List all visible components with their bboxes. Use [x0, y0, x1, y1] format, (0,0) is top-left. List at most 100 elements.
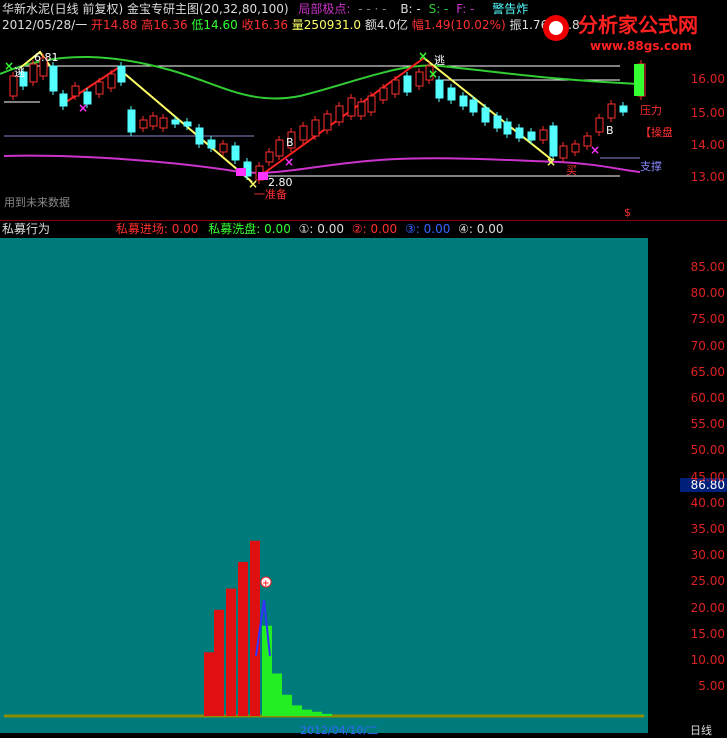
value-4: ④: 0.00 — [458, 222, 504, 236]
bottom-timeframe[interactable]: 日线 — [690, 722, 712, 738]
candle-body — [415, 71, 424, 87]
wash-bar — [302, 709, 312, 716]
quote-low: 低14.60 — [191, 18, 238, 32]
candle-body — [219, 143, 228, 153]
price-tick: 13.00 — [690, 170, 725, 184]
candle-body — [323, 113, 332, 131]
quote-amount: 额4.0亿 — [364, 18, 408, 32]
quote-info-row: 2012/05/28/一 开14.88 高16.36 低14.60 收16.36… — [2, 18, 580, 32]
extreme-dashes: - - · - — [358, 2, 387, 16]
f-label: F: - — [456, 2, 475, 16]
candle-body — [275, 139, 284, 157]
candle-body — [195, 127, 204, 145]
wash-bar — [292, 705, 302, 716]
indicator-tick: 80.00 — [690, 286, 725, 301]
quote-open: 开14.88 — [91, 18, 138, 32]
label-escape-2: 逃 — [434, 54, 445, 67]
candle-body — [311, 119, 320, 137]
chart-title-row: 华新水泥(日线 前复权) 金宝专研主图(20,32,80,100) 局部极点: … — [2, 2, 528, 16]
indicator-title[interactable]: 私募行为 — [2, 222, 50, 236]
alert-label: 警告炸 — [492, 2, 529, 16]
candle-body — [9, 75, 18, 97]
candle-body — [231, 145, 240, 161]
candle-body — [571, 143, 580, 153]
candle-body — [493, 115, 502, 129]
label-escape-1: 逃 — [14, 66, 25, 79]
price-tick: 14.00 — [690, 138, 725, 152]
indicator-tick: 55.00 — [690, 417, 725, 432]
signal-plus: + — [262, 579, 270, 589]
indicator-tick: 25.00 — [690, 574, 725, 589]
indicator-tick: 30.00 — [690, 548, 725, 563]
candle-body — [335, 105, 344, 123]
quote-high: 高16.36 — [141, 18, 188, 32]
marker-x: × — [284, 155, 294, 169]
candle-body — [107, 73, 116, 89]
candle-body — [549, 125, 558, 157]
candle-body — [435, 79, 444, 99]
indicator-tick: 75.00 — [690, 312, 725, 327]
value-2: ②: 0.00 — [351, 222, 398, 236]
candle-body — [607, 103, 616, 119]
candle-body — [159, 117, 168, 129]
label-s-mark: $ — [624, 206, 631, 219]
indicator-name[interactable]: 金宝专研主图(20,32,80,100) — [127, 2, 289, 16]
future-data-note: 用到未来数据 — [4, 195, 70, 209]
label-support: 支撑 — [640, 159, 662, 173]
indicator-tick: 10.00 — [690, 653, 725, 667]
value-1: ①: 0.00 — [298, 222, 344, 236]
candle-body — [49, 65, 58, 92]
indicator-tick: 20.00 — [690, 600, 725, 615]
quote-volume: 量250931.0 — [291, 18, 362, 32]
price-tick: 16.00 — [690, 72, 725, 86]
candle-body — [403, 75, 412, 93]
candle-body — [459, 95, 468, 107]
b-label: B: - — [400, 2, 421, 16]
candle-body — [539, 129, 548, 141]
marker-x: × — [78, 101, 88, 115]
label-b-1: B — [286, 136, 294, 149]
quote-close: 收16.36 — [241, 18, 288, 32]
quote-change: 幅1.49(10.02%) — [411, 18, 506, 32]
local-extreme-label: 局部极点: — [298, 2, 351, 16]
quote-date: 2012/05/28/一 — [2, 18, 88, 32]
price-chart[interactable]: × × × × × × × × 逃 6.81 逃 2.80 一准备 买 B B … — [0, 36, 672, 220]
candle-body — [595, 117, 604, 133]
label-buy-ready: 一准备 — [254, 187, 287, 201]
candle-body — [379, 87, 388, 101]
indicator-tick: 15.00 — [690, 626, 725, 641]
indicator-header: 私募行为 私募进场: 0.00 私募洗盘: 0.00 ①: 0.00 ②: 0.… — [2, 221, 504, 237]
candle-body — [29, 63, 38, 83]
stock-name[interactable]: 华新水泥(日线 前复权) — [2, 2, 123, 16]
bottom-date: 2012/04/10/二 — [300, 724, 379, 737]
ma-magenta-line — [3, 154, 641, 174]
candle-body — [347, 97, 356, 117]
value-3: ③: 0.00 — [405, 222, 451, 236]
indicator-tick: 85.00 — [690, 260, 725, 274]
s-label: S: - — [428, 2, 449, 16]
marker-square — [258, 172, 268, 180]
wash-bar — [272, 673, 282, 716]
marker-x: × — [590, 143, 600, 157]
indicator-axis: 86.80 85.00 80.00 75.00 70.00 65.00 60.00 55.0… — [648, 238, 727, 733]
candle-body — [391, 79, 400, 95]
indicator-tick: 50.00 — [690, 443, 725, 458]
indicator-chart: + — [4, 540, 644, 718]
marker-x: × — [4, 59, 14, 73]
label-pressure: 压力 — [640, 104, 662, 117]
entry-bar — [214, 609, 224, 716]
indicator-tick: 70.00 — [690, 338, 725, 353]
candle-body — [299, 125, 308, 141]
candle-body — [183, 121, 192, 127]
candle-body — [171, 119, 180, 125]
price-axis: 16.00 15.00 14.00 13.00 — [672, 40, 727, 220]
marker-x: × — [546, 155, 556, 169]
candle-body — [619, 105, 628, 113]
entry-bar — [204, 652, 214, 716]
candle-body — [127, 109, 136, 133]
indicator-tick: 45.00 — [690, 469, 725, 484]
marker-x: × — [418, 49, 428, 63]
candle-body — [481, 107, 490, 123]
candle-body — [265, 151, 274, 163]
price-tick: 15.00 — [690, 106, 725, 120]
